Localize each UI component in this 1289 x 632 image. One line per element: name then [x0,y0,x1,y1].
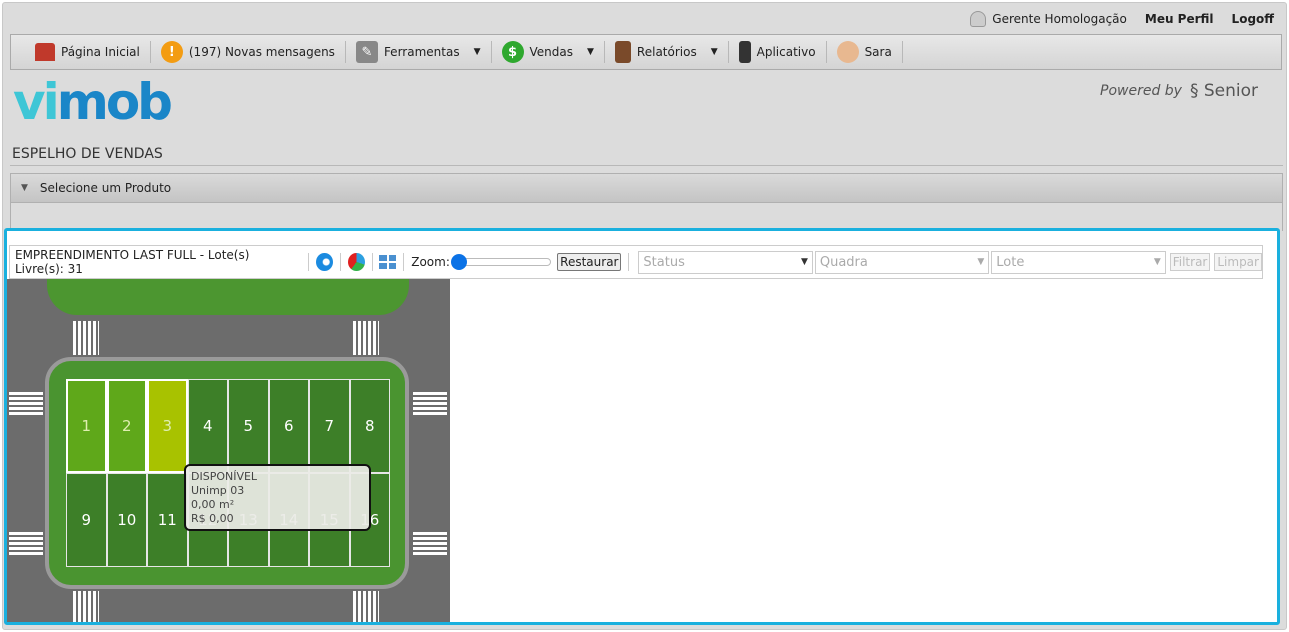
nav-item-p-gina-inicial[interactable]: Página Inicial [25,41,151,63]
nav-label: Aplicativo [756,45,816,59]
zoom-slider[interactable] [450,254,552,270]
grid-view-icon[interactable] [379,255,397,269]
vimob-logo: vimob [13,73,173,131]
user-icon [970,11,987,27]
crosswalk [73,591,99,622]
home-icon [35,43,55,61]
nav-label: Sara [864,45,892,59]
dollar-icon: $ [501,41,524,63]
clear-button[interactable]: Limpar [1214,253,1262,271]
nav-label: Vendas [529,45,574,59]
lot-10[interactable]: 10 [106,473,147,567]
lot-tooltip: DISPONÍVEL Unimp 03 0,00 m² R$ 0,00 [184,464,371,531]
map-toolbar: EMPREENDIMENTO LAST FULL - Lote(s) Livre… [9,245,1263,279]
filter-button[interactable]: Filtrar [1169,253,1211,271]
top-bar: Gerente Homologação Meu Perfil Logoff [970,11,1274,27]
nav-item-197-novas-mensagens[interactable]: ! (197) Novas mensagens [151,41,346,63]
lot-2[interactable]: 2 [106,379,147,473]
crosswalk [353,591,379,622]
profile-link[interactable]: Meu Perfil [1145,12,1214,26]
crosswalk [413,391,447,415]
logoff-link[interactable]: Logoff [1232,12,1274,26]
accordion-content [10,203,1283,231]
crosswalk [9,531,43,555]
lot-11[interactable]: 11 [147,473,188,567]
lote-placeholder: Lote [996,254,1025,270]
nav-label: (197) Novas mensagens [188,45,335,59]
nav-label: Ferramentas [383,45,460,59]
chevron-down-icon: ▼ [1153,257,1161,267]
lot-4[interactable]: 4 [187,379,228,473]
powered-by-text: Powered by [1100,83,1182,99]
status-select[interactable]: Status ▼ [638,250,813,274]
lot-9[interactable]: 9 [66,473,107,567]
chevron-down-icon: ▼ [473,47,481,57]
report-icon [614,41,631,63]
chevron-down-icon: ▼ [710,47,718,57]
nav-item-relat-rios[interactable]: Relatórios ▼ [605,41,729,63]
current-user: Gerente Homologação [970,11,1127,27]
divider [10,165,1283,166]
refresh-icon[interactable] [315,253,333,271]
tools-icon: ✎ [355,41,378,63]
crosswalk [73,321,99,355]
senior-logo: § Senior [1189,81,1258,101]
status-placeholder: Status [643,254,685,270]
powered-by: Powered by § Senior [1100,81,1258,101]
lot-5[interactable]: 5 [228,379,269,473]
nav-label: Relatórios [636,45,697,59]
user-name: Gerente Homologação [992,12,1127,26]
nav-item-vendas[interactable]: $ Vendas ▼ [492,41,605,63]
sales-mirror-panel: EMPREENDIMENTO LAST FULL - Lote(s) Livre… [4,228,1280,625]
tooltip-price: R$ 0,00 [191,512,234,525]
lot-1[interactable]: 1 [66,379,107,473]
tooltip-status: DISPONÍVEL [191,470,258,483]
product-accordion[interactable]: ▼ Selecione um Produto [10,173,1283,203]
crosswalk [353,321,379,355]
lot-8[interactable]: 8 [349,379,390,473]
chart-legend-icon[interactable] [347,253,365,271]
lot-map[interactable]: 12345678910111213141516 DISPONÍVEL Unimp… [7,279,450,622]
zoom-slider-handle[interactable] [450,254,467,270]
chevron-down-icon: ▼ [800,257,808,267]
quadra-select[interactable]: Quadra ▼ [814,250,990,274]
alert-icon: ! [160,41,183,63]
nav-item-aplicativo[interactable]: Aplicativo [729,41,827,63]
development-info: EMPREENDIMENTO LAST FULL - Lote(s) Livre… [15,248,250,276]
restore-button[interactable]: Restaurar [557,253,622,271]
page-title: ESPELHO DE VENDAS [12,146,163,162]
nav-item-ferramentas[interactable]: ✎ Ferramentas ▼ [346,41,492,63]
lot-6[interactable]: 6 [268,379,309,473]
tooltip-name: Unimp 03 [191,484,245,497]
chevron-down-icon: ▼ [21,183,28,193]
crosswalk [9,391,43,415]
chevron-down-icon: ▼ [977,257,985,267]
lot-3[interactable]: 3 [147,379,188,473]
accordion-label: Selecione um Produto [39,181,172,195]
lote-select[interactable]: Lote ▼ [991,250,1166,274]
zoom-label: Zoom: [411,255,450,269]
lot-7[interactable]: 7 [309,379,350,473]
phone-icon [738,41,751,63]
crosswalk [413,531,447,555]
main-nav: Página Inicial! (197) Novas mensagens ✎ Fer… [10,34,1282,70]
avatar-icon [836,41,859,63]
nav-label: Página Inicial [61,45,140,59]
tooltip-area: 0,00 m² [191,498,235,511]
park-area [47,279,409,315]
chevron-down-icon: ▼ [587,47,594,57]
senior-brand: Senior [1203,81,1258,101]
nav-item-sara[interactable]: Sara [827,41,903,63]
quadra-placeholder: Quadra [819,254,868,270]
